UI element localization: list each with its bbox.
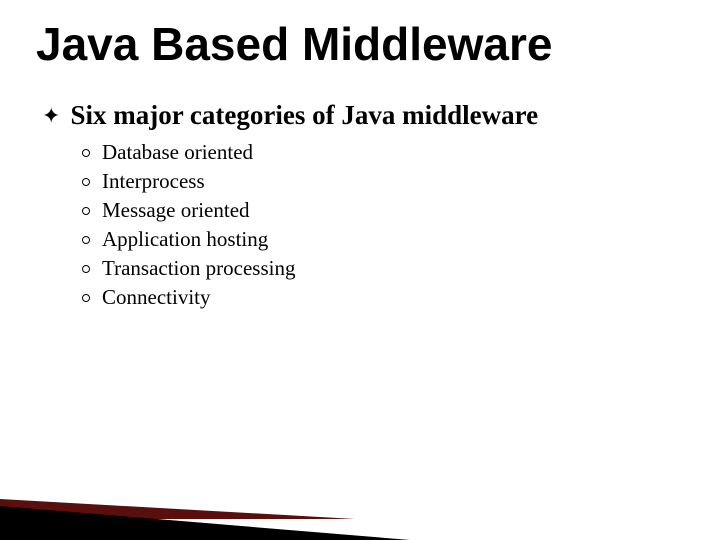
wedge-maroon-icon [0,499,355,519]
list-item-text: Message oriented [102,196,250,225]
level1-text: Six major categories of Java middleware [70,98,538,132]
wedge-black-icon [0,506,410,540]
star-bullet-icon: ✦ [42,99,60,133]
list-item: Connectivity [82,283,684,312]
circle-bullet-icon [82,207,90,215]
list-item: Application hosting [82,225,684,254]
slide-title: Java Based Middleware [36,20,684,68]
list-item: Interprocess [82,167,684,196]
list-item-text: Database oriented [102,138,253,167]
list-item-text: Transaction processing [102,254,295,283]
slide: Java Based Middleware ✦ Six major catego… [0,0,720,540]
bullet-level1: ✦ Six major categories of Java middlewar… [42,98,684,132]
circle-bullet-icon [82,265,90,273]
subitem-list: Database oriented Interprocess Message o… [42,138,684,312]
circle-bullet-icon [82,178,90,186]
list-item-text: Connectivity [102,283,211,312]
decorative-wedge [0,460,420,540]
circle-bullet-icon [82,236,90,244]
list-item: Database oriented [82,138,684,167]
list-item-text: Application hosting [102,225,268,254]
list-item: Message oriented [82,196,684,225]
circle-bullet-icon [82,294,90,302]
list-item: Transaction processing [82,254,684,283]
circle-bullet-icon [82,149,90,157]
list-item-text: Interprocess [102,167,205,196]
content-area: ✦ Six major categories of Java middlewar… [36,98,684,312]
